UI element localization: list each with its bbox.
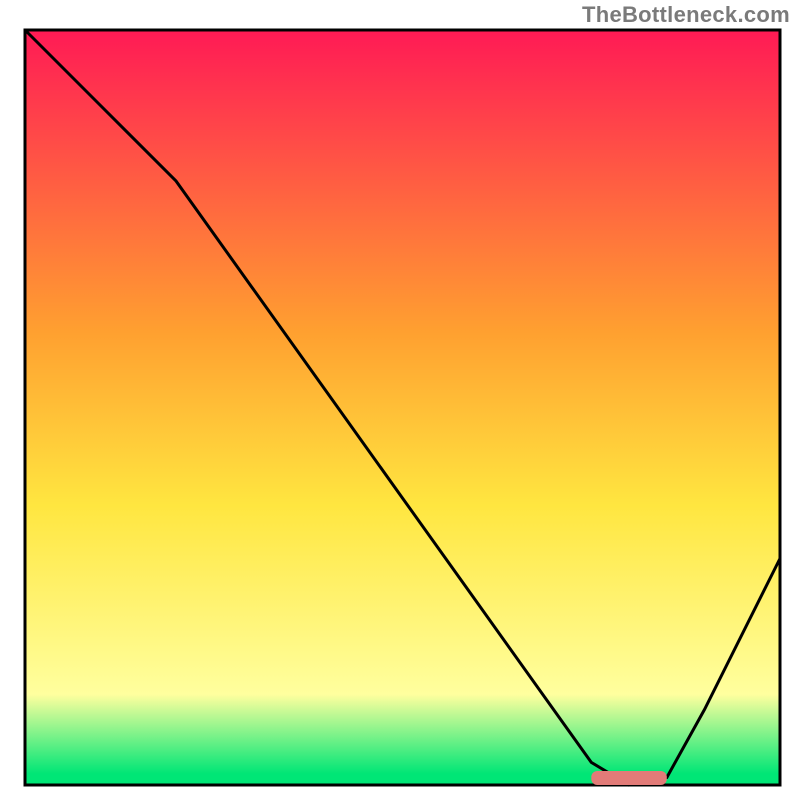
optimal-range-marker [591, 771, 667, 785]
watermark-text: TheBottleneck.com [582, 2, 790, 28]
bottleneck-chart [0, 0, 800, 800]
chart-container: TheBottleneck.com [0, 0, 800, 800]
